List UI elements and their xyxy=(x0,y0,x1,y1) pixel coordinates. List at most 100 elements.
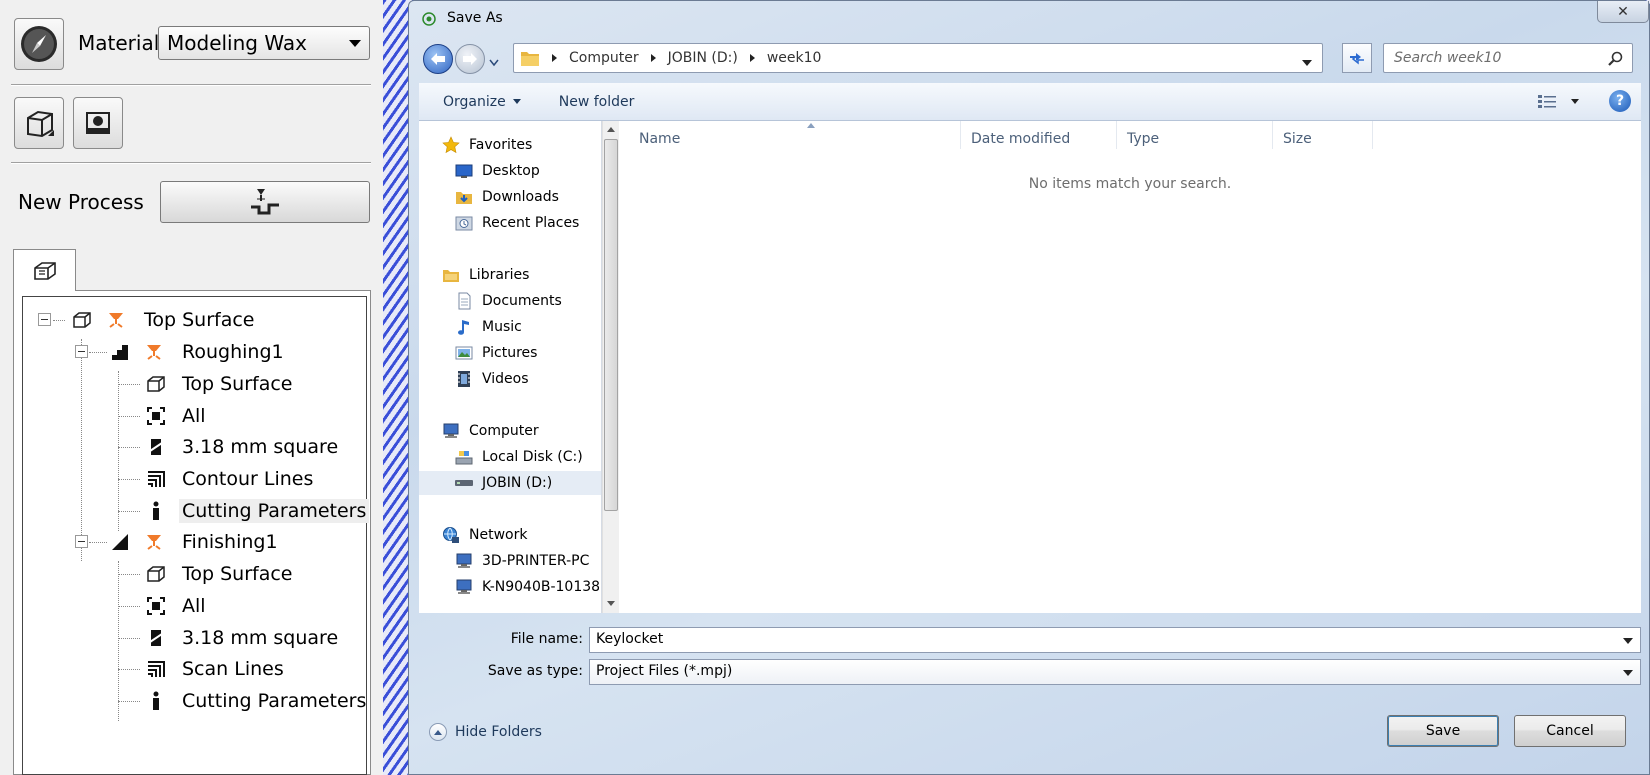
tree-collapse-toggle[interactable] xyxy=(75,345,88,358)
change-view-button[interactable] xyxy=(1537,93,1579,109)
new-folder-button[interactable]: New folder xyxy=(559,94,635,110)
nav-label: Local Disk (C:) xyxy=(482,449,583,465)
tree-item[interactable]: Finishing1 xyxy=(109,528,281,556)
scan-lines-icon xyxy=(145,658,167,680)
address-bar[interactable]: Computer JOBIN (D:) week10 xyxy=(513,43,1323,73)
cancel-button[interactable]: Cancel xyxy=(1514,715,1626,747)
tree-line xyxy=(118,669,140,670)
tree-collapse-toggle[interactable] xyxy=(75,535,88,548)
tree-item[interactable]: 3.18 mm square xyxy=(145,624,341,652)
back-button[interactable] xyxy=(423,44,453,74)
tree-item[interactable]: Top Surface xyxy=(145,560,295,588)
new-process-button[interactable] xyxy=(160,181,370,223)
history-dropdown[interactable] xyxy=(489,55,499,71)
finishing-icon xyxy=(109,531,131,553)
cube-icon xyxy=(71,309,93,331)
scroll-up-icon[interactable] xyxy=(607,127,615,132)
downloads-folder-icon xyxy=(454,188,474,206)
arrow-left-icon xyxy=(431,53,445,65)
tree-item-selected[interactable]: Cutting Parameters xyxy=(145,497,370,525)
tree-item[interactable]: Top Surface xyxy=(71,306,257,334)
tree-line xyxy=(118,574,140,575)
chevron-down-icon xyxy=(349,39,361,47)
nav-computer[interactable]: Computer xyxy=(441,419,539,443)
organize-label: Organize xyxy=(443,93,506,110)
compass-button[interactable] xyxy=(14,18,64,70)
tree-line xyxy=(118,561,119,721)
tab-toolpaths[interactable] xyxy=(13,249,76,291)
separator xyxy=(11,84,371,86)
search-input[interactable]: Search week10 xyxy=(1383,43,1633,73)
nav-music[interactable]: Music xyxy=(454,315,522,339)
tree-item[interactable]: Top Surface xyxy=(145,370,295,398)
nav-favorites[interactable]: Favorites xyxy=(441,133,532,157)
column-header-size[interactable]: Size xyxy=(1273,121,1373,149)
column-label: Size xyxy=(1283,131,1312,147)
chevron-down-icon[interactable] xyxy=(1623,638,1633,644)
tree-item[interactable]: Cutting Parameters xyxy=(145,687,369,715)
tree-item[interactable]: 3.18 mm square xyxy=(145,433,341,461)
nav-network[interactable]: Network xyxy=(441,523,527,547)
tree-item[interactable]: Roughing1 xyxy=(109,338,287,366)
search-placeholder: Search week10 xyxy=(1394,50,1502,66)
chevron-down-icon[interactable] xyxy=(1302,55,1312,71)
scrollbar-thumb[interactable] xyxy=(604,139,618,511)
column-label: Date modified xyxy=(971,131,1071,147)
surface-icon xyxy=(145,373,167,395)
origin-button[interactable] xyxy=(73,97,123,149)
refresh-button[interactable] xyxy=(1342,43,1372,73)
dialog-title: Save As xyxy=(447,10,503,26)
nav-downloads[interactable]: Downloads xyxy=(454,185,559,209)
tree-item[interactable]: Contour Lines xyxy=(145,465,316,493)
tree-line xyxy=(118,384,140,385)
nav-label: Favorites xyxy=(469,137,533,153)
nav-label: Recent Places xyxy=(482,215,580,231)
hide-folders-button[interactable]: Hide Folders xyxy=(429,723,542,741)
navigation-pane: Favorites Desktop Downloads Recent Place… xyxy=(419,121,602,613)
nav-k-n9040b[interactable]: K-N9040B-10138 xyxy=(454,575,600,599)
breadcrumb-folder[interactable]: week10 xyxy=(767,50,822,66)
tree-item[interactable]: All xyxy=(145,402,209,430)
close-button[interactable]: ✕ xyxy=(1597,1,1649,23)
tree-line xyxy=(118,701,140,702)
material-select[interactable]: Modeling Wax xyxy=(158,26,370,60)
help-button[interactable]: ? xyxy=(1609,90,1631,112)
save-button[interactable]: Save xyxy=(1387,715,1499,747)
scroll-down-icon[interactable] xyxy=(607,601,615,606)
nav-jobin-drive[interactable]: JOBIN (D:) xyxy=(419,471,601,495)
stock-box-button[interactable] xyxy=(14,97,64,149)
nav-desktop[interactable]: Desktop xyxy=(454,159,540,183)
navigation-scrollbar[interactable] xyxy=(602,121,619,613)
title-bar[interactable]: Save As ✕ xyxy=(409,1,1649,35)
forward-button[interactable] xyxy=(455,44,485,74)
nav-libraries[interactable]: Libraries xyxy=(441,263,529,287)
organize-menu[interactable]: Organize xyxy=(443,94,521,110)
box-icon xyxy=(27,110,54,138)
nav-local-disk[interactable]: Local Disk (C:) xyxy=(454,445,583,469)
nav-recent-places[interactable]: Recent Places xyxy=(454,211,579,235)
nav-3d-printer-pc[interactable]: 3D-PRINTER-PC xyxy=(454,549,589,573)
process-panel: Material Modeling Wax New Process Top Su… xyxy=(0,0,378,775)
breadcrumb-drive[interactable]: JOBIN (D:) xyxy=(668,50,738,66)
tool-icon xyxy=(145,627,167,649)
info-icon xyxy=(145,690,167,712)
tree-collapse-toggle[interactable] xyxy=(38,313,51,326)
search-icon[interactable] xyxy=(1608,51,1624,71)
column-header-name[interactable]: Name xyxy=(629,121,961,149)
breadcrumb-computer[interactable]: Computer xyxy=(569,50,639,66)
network-icon xyxy=(441,526,461,544)
tree-item[interactable]: Scan Lines xyxy=(145,655,287,683)
tree-item-label: Cutting Parameters xyxy=(179,499,370,523)
desktop-icon xyxy=(454,162,474,180)
nav-documents[interactable]: Documents xyxy=(454,289,562,313)
column-header-type[interactable]: Type xyxy=(1117,121,1273,149)
tree-item[interactable]: All xyxy=(145,592,209,620)
file-name-input[interactable]: Keylocket xyxy=(589,627,1641,653)
tree-line xyxy=(89,542,107,543)
save-as-type-select[interactable]: Project Files (*.mpj) xyxy=(589,659,1641,685)
nav-videos[interactable]: Videos xyxy=(454,367,529,391)
material-label: Material xyxy=(78,31,160,55)
arrow-right-icon xyxy=(463,53,477,65)
nav-pictures[interactable]: Pictures xyxy=(454,341,537,365)
column-header-date-modified[interactable]: Date modified xyxy=(961,121,1117,149)
